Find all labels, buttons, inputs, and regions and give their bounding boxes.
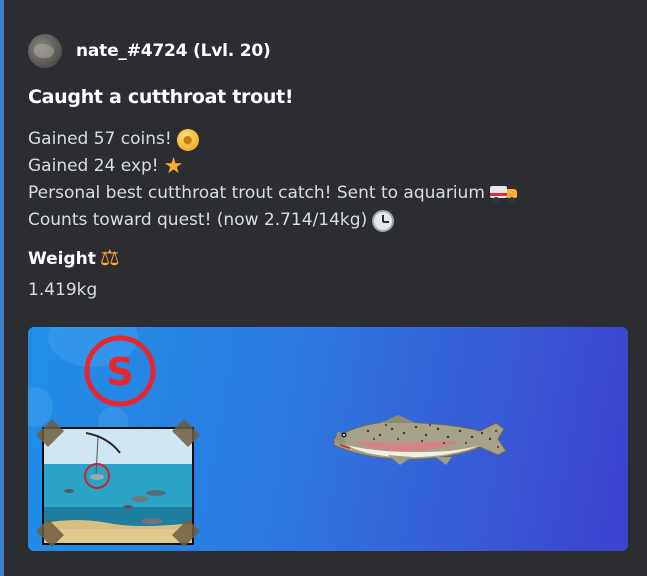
avatar[interactable] [28, 34, 62, 68]
embed-title: Caught a cutthroat trout! [28, 86, 294, 108]
description-text: Personal best cutthroat trout catch! Sen… [28, 183, 485, 203]
embed-image[interactable]: S [28, 327, 628, 551]
author-name[interactable]: nate_#4724 (Lvl. 20) [76, 41, 271, 61]
coin-icon: ● [176, 128, 199, 151]
trout-fish-image [333, 415, 507, 465]
description-text: Gained 24 exp! [28, 156, 159, 176]
description-line-quest: Counts toward quest! (now 2.714/14kg) [28, 207, 518, 234]
description-line-exp: Gained 24 exp! ★ [28, 153, 518, 180]
embed-author: nate_#4724 (Lvl. 20) [28, 34, 271, 68]
fishing-scene-thumbnail [42, 427, 194, 545]
embed-description: Gained 57 coins! ● Gained 24 exp! ★ Pers… [28, 126, 518, 234]
clock-icon [372, 209, 395, 232]
field-name-text: Weight [28, 249, 96, 269]
embed: nate_#4724 (Lvl. 20) Caught a cutthroat … [0, 0, 647, 576]
star-icon: ★ [163, 153, 184, 179]
rank-badge: S [84, 335, 156, 407]
field-weight-value: 1.419kg [28, 280, 98, 300]
description-text: Counts toward quest! (now 2.714/14kg) [28, 210, 368, 230]
delivery-truck-icon [489, 184, 518, 204]
balance-scale-icon: ⚖ [99, 246, 120, 271]
description-line-coins: Gained 57 coins! ● [28, 126, 518, 153]
description-line-aquarium: Personal best cutthroat trout catch! Sen… [28, 180, 518, 207]
catch-illustration: S [36, 335, 507, 547]
rank-badge-letter: S [106, 350, 133, 394]
description-text: Gained 57 coins! [28, 129, 172, 149]
field-weight-name: Weight ⚖ [28, 248, 120, 270]
